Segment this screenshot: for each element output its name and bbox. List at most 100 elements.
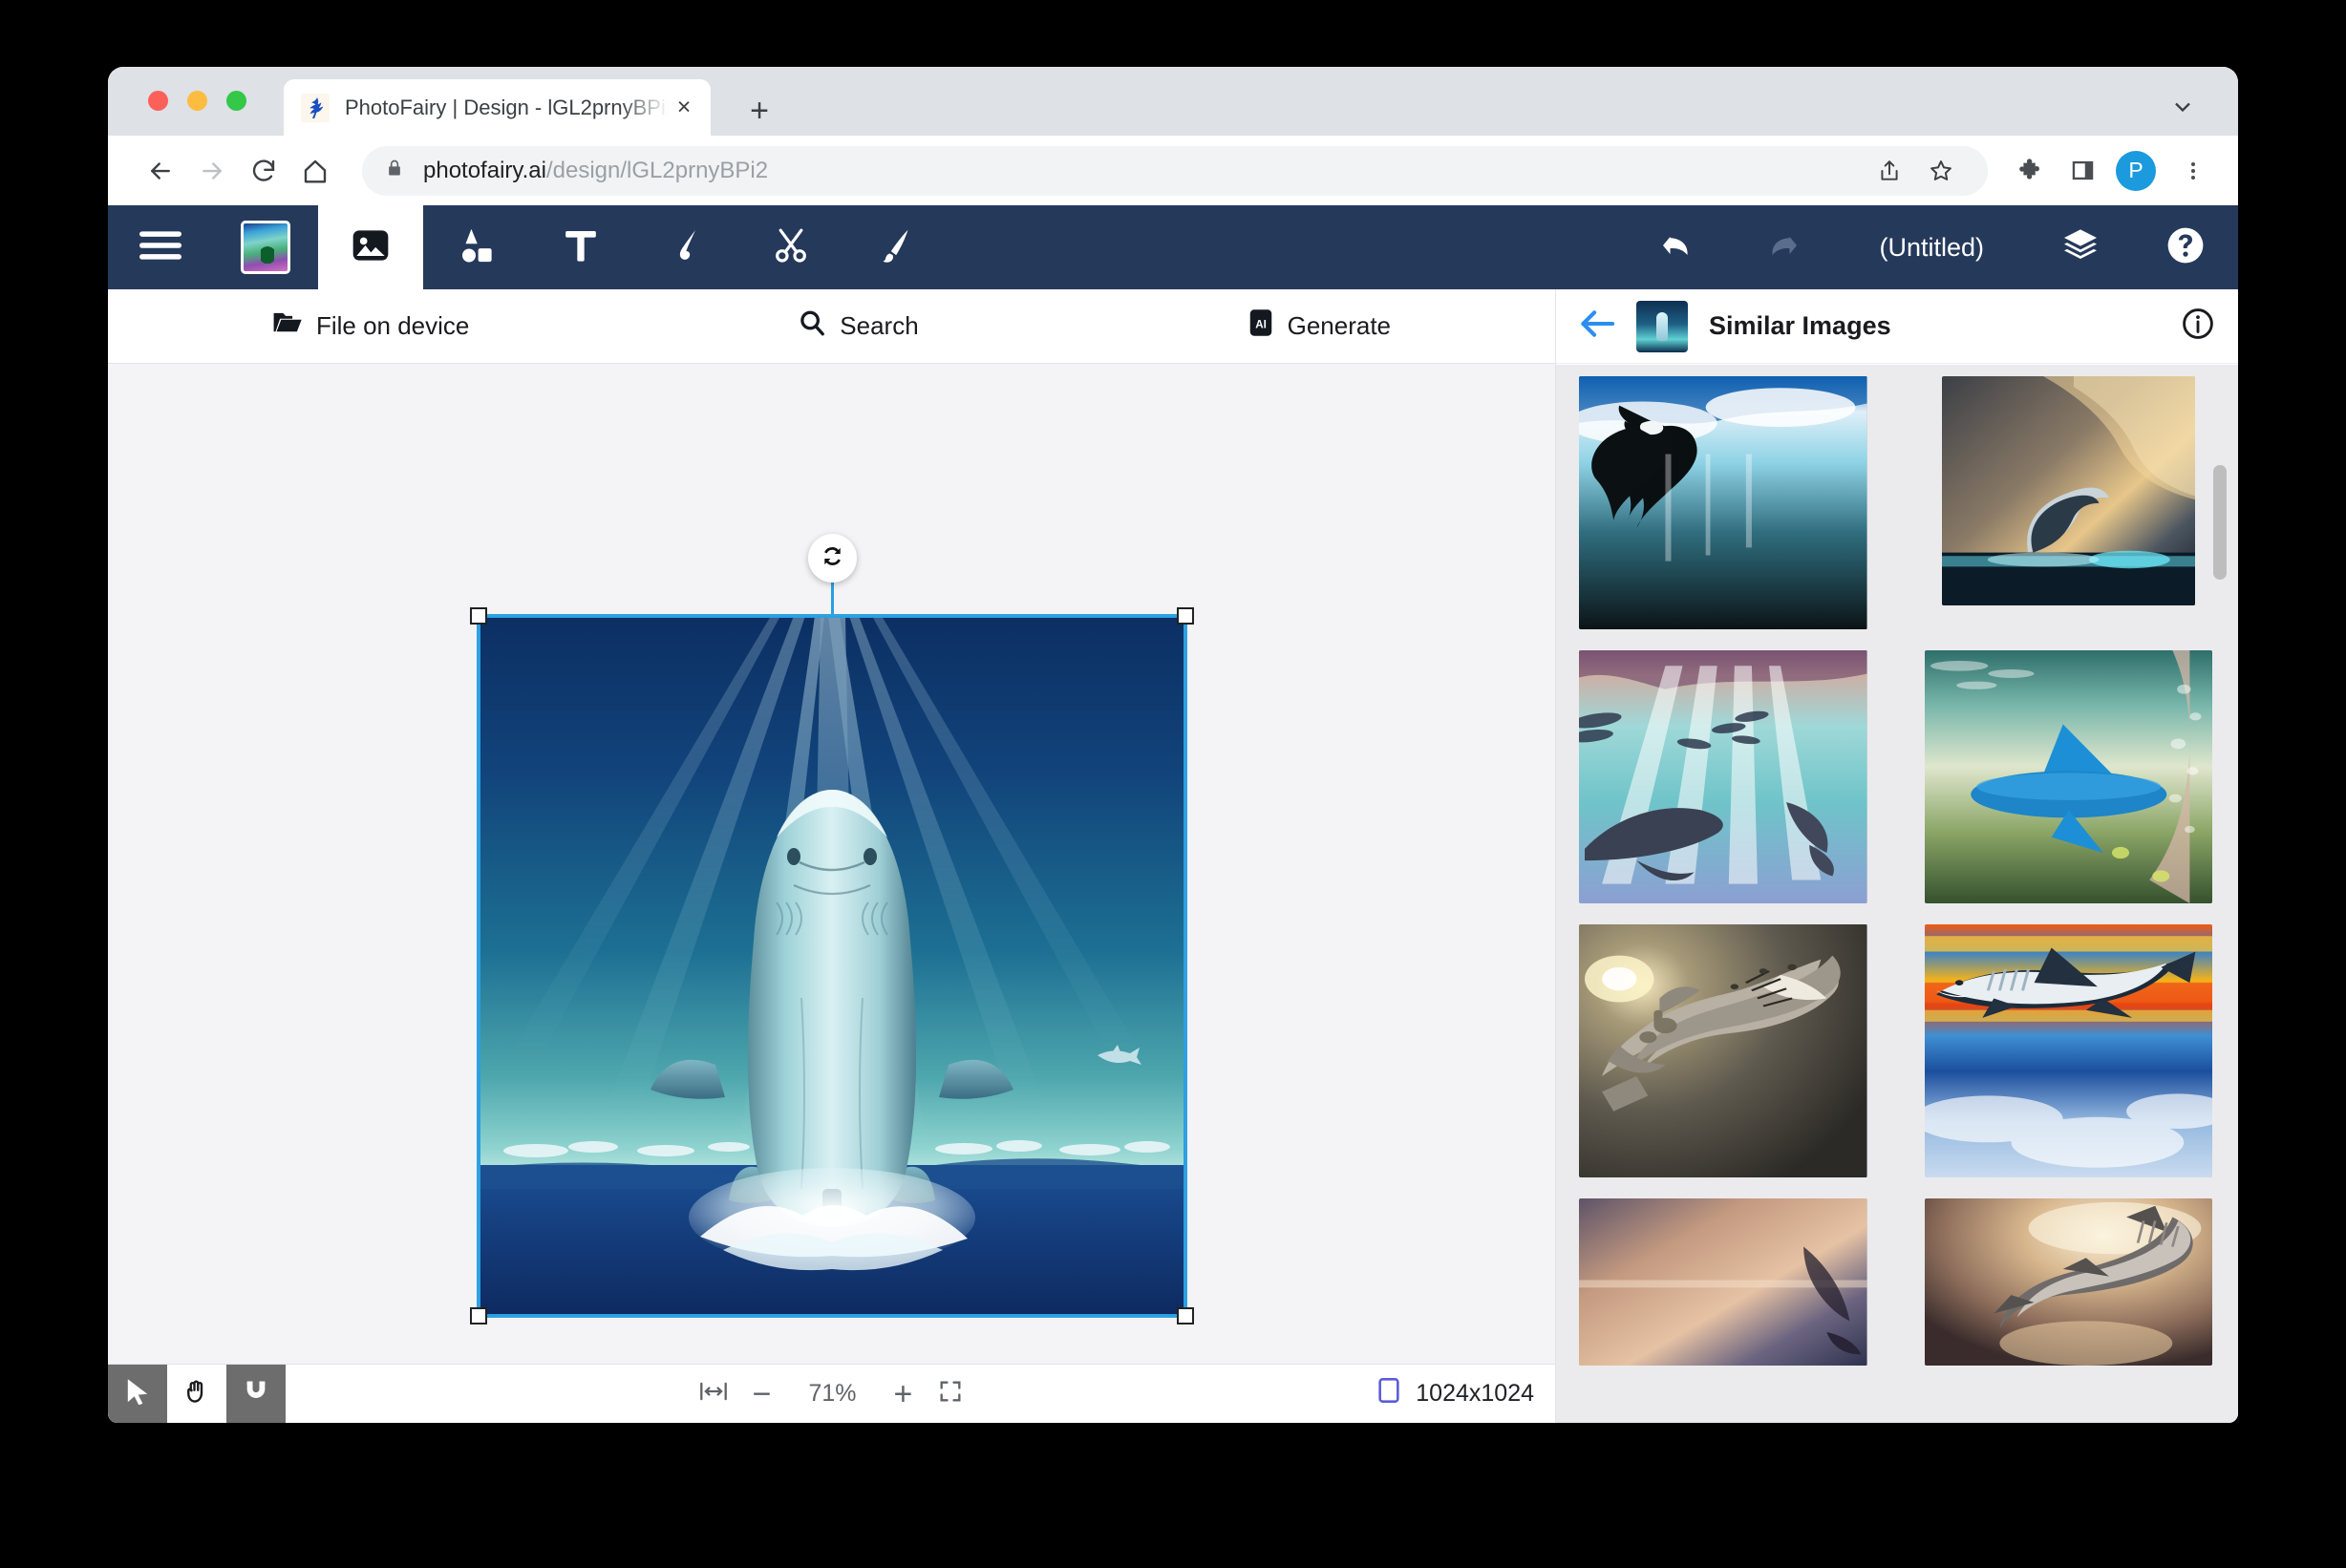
- canvas-image[interactable]: [479, 616, 1185, 1316]
- thumbnail-whale-breach-golden-clouds[interactable]: [1941, 376, 2195, 605]
- share-icon[interactable]: [1866, 147, 1913, 195]
- more-vertical-icon[interactable]: [2169, 147, 2217, 195]
- panel-scrollbar-thumb[interactable]: [2213, 465, 2227, 580]
- tab-image-tool[interactable]: [318, 205, 423, 289]
- reload-button-icon[interactable]: [238, 145, 289, 197]
- rotate-handle[interactable]: [808, 534, 857, 583]
- canvas-artboard[interactable]: [479, 616, 1185, 1316]
- info-circle-icon[interactable]: [2181, 307, 2215, 346]
- bookmark-star-icon[interactable]: [1917, 147, 1965, 195]
- design-title[interactable]: (Untitled): [1835, 233, 2028, 263]
- home-button-icon[interactable]: [289, 145, 341, 197]
- browser-omnibox-row: photofairy.ai/design/lGL2prnyBPi2 P: [108, 136, 2238, 205]
- undo-icon: [1658, 228, 1696, 267]
- canvas-workspace[interactable]: − 71% + 1024x1024: [108, 364, 1555, 1423]
- panel-title: Similar Images: [1709, 311, 1891, 340]
- folder-open-icon: [272, 309, 303, 343]
- search-images-button[interactable]: Search: [773, 303, 943, 350]
- layers-button[interactable]: [2028, 226, 2133, 269]
- fit-width-icon[interactable]: [699, 1380, 728, 1408]
- zoom-in-button[interactable]: +: [894, 1378, 913, 1410]
- sidebar-item-hamburger-menu[interactable]: [108, 205, 213, 289]
- new-tab-button[interactable]: +: [740, 92, 778, 130]
- list-item[interactable]: [1579, 376, 1867, 629]
- zoom-level-label[interactable]: 71%: [797, 1380, 869, 1408]
- similar-images-scroll-area[interactable]: [1556, 365, 2238, 1423]
- similar-images-grid: [1579, 376, 2212, 1366]
- resize-handle-top-right[interactable]: [1177, 607, 1194, 625]
- url-domain: photofairy.ai: [423, 157, 546, 183]
- thumbnail-steampunk-shark-sun[interactable]: [1579, 924, 1867, 1177]
- list-item[interactable]: [1579, 924, 1867, 1177]
- help-button[interactable]: [2133, 225, 2238, 270]
- window-maximize-button[interactable]: [226, 91, 246, 111]
- shapes-icon: [456, 225, 496, 270]
- layers-icon: [2061, 226, 2100, 269]
- thumbnail-whale-flying-clouds[interactable]: [1924, 1198, 2212, 1366]
- file-on-device-button[interactable]: File on device: [247, 304, 494, 349]
- back-button-icon[interactable]: [135, 145, 186, 197]
- tab-project-thumbnail[interactable]: [213, 205, 318, 289]
- photofairy-app: (Untitled) File on device Search AI Gene…: [108, 205, 2238, 1423]
- back-arrow-icon[interactable]: [1579, 307, 1615, 345]
- thumbnail-whales-sunrays[interactable]: [1579, 650, 1867, 903]
- forward-button-icon: [186, 145, 238, 197]
- project-thumb-icon: [241, 221, 290, 274]
- canvas-size-label: 1024x1024: [1416, 1380, 1534, 1407]
- fullscreen-icon[interactable]: [937, 1378, 964, 1409]
- scissors-icon: [772, 225, 810, 270]
- list-item[interactable]: [1924, 650, 2212, 903]
- panel-header: Similar Images: [1556, 289, 2238, 364]
- window-minimize-button[interactable]: [187, 91, 207, 111]
- browser-tab[interactable]: PhotoFairy | Design - lGL2prnyBPi2 ×: [284, 79, 711, 136]
- thumbnail-shark-orange-sky[interactable]: [1924, 924, 2212, 1177]
- resize-handle-bottom-right[interactable]: [1177, 1307, 1194, 1324]
- search-label: Search: [840, 311, 919, 340]
- list-item[interactable]: [1579, 650, 1867, 903]
- thumbnail-misty-ocean-whale[interactable]: [1579, 1198, 1867, 1366]
- tab-pen-tool[interactable]: [633, 205, 738, 289]
- ai-badge-icon: AI: [1248, 308, 1274, 344]
- window-close-button[interactable]: [148, 91, 168, 111]
- thumbnail-orca-underwater[interactable]: [1579, 376, 1867, 629]
- redo-icon: [1763, 228, 1802, 267]
- address-bar[interactable]: photofairy.ai/design/lGL2prnyBPi2: [362, 145, 1988, 196]
- image-icon: [350, 224, 392, 271]
- resize-handle-bottom-left[interactable]: [470, 1307, 487, 1324]
- paintbrush-icon: [877, 225, 915, 270]
- browser-tabstrip: PhotoFairy | Design - lGL2prnyBPi2 × +: [108, 67, 2238, 136]
- tab-shapes-tool[interactable]: [423, 205, 528, 289]
- profile-avatar[interactable]: P: [2116, 150, 2156, 191]
- canvas-size-control[interactable]: 1024x1024: [1377, 1377, 1534, 1410]
- chevron-down-icon[interactable]: [2169, 94, 2196, 125]
- extensions-puzzle-icon[interactable]: [2007, 147, 2055, 195]
- tab-text-tool[interactable]: [528, 205, 633, 289]
- thumbnail-blue-shark-inflatable[interactable]: [1924, 650, 2212, 903]
- tab-cut-tool[interactable]: [738, 205, 843, 289]
- tab-close-icon[interactable]: ×: [669, 93, 699, 123]
- undo-button[interactable]: [1625, 228, 1730, 267]
- address-bar-url: photofairy.ai/design/lGL2prnyBPi2: [423, 158, 768, 184]
- panel-scrollbar-track[interactable]: [2213, 373, 2232, 1419]
- toolbar-right-group: (Untitled): [1625, 205, 2238, 289]
- source-image-thumbnail[interactable]: [1636, 300, 1688, 352]
- help-circle-icon: [2165, 225, 2206, 270]
- tab-brush-tool[interactable]: [843, 205, 949, 289]
- text-t-icon: [562, 225, 600, 270]
- list-item[interactable]: [1924, 1198, 2212, 1366]
- browser-tab-title: PhotoFairy | Design - lGL2prnyBPi2: [345, 95, 669, 119]
- zoom-out-button[interactable]: −: [753, 1378, 772, 1410]
- side-panel-icon[interactable]: [2058, 147, 2106, 195]
- list-item[interactable]: [1924, 924, 2212, 1177]
- generate-label: Generate: [1287, 311, 1392, 340]
- browser-window: PhotoFairy | Design - lGL2prnyBPi2 × + p…: [108, 67, 2238, 1423]
- generate-image-button[interactable]: AI Generate: [1223, 303, 1416, 350]
- canvas-statusbar: − 71% + 1024x1024: [108, 1364, 1555, 1423]
- lock-icon: [385, 158, 404, 183]
- similar-images-panel: Similar Images: [1555, 289, 2238, 1423]
- app-toolbar: (Untitled): [108, 205, 2238, 289]
- list-item[interactable]: [1925, 376, 2213, 629]
- resize-handle-top-left[interactable]: [470, 607, 487, 625]
- list-item[interactable]: [1579, 1198, 1867, 1366]
